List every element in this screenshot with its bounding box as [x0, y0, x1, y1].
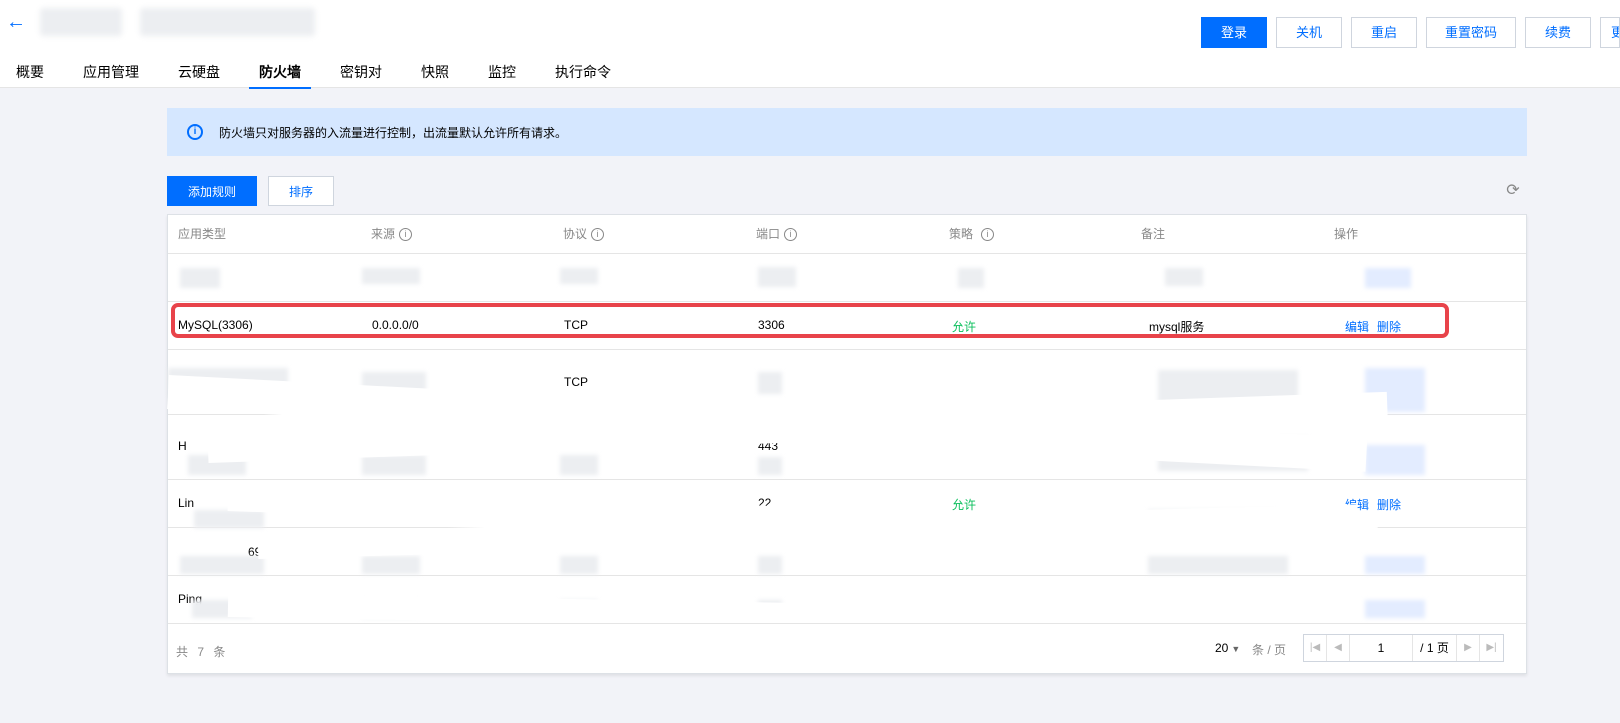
instance-id-redacted — [140, 8, 315, 36]
page-number-input[interactable] — [1350, 635, 1413, 661]
cell-app-type: Lin — [178, 496, 195, 510]
help-icon[interactable]: i — [784, 228, 798, 241]
tab-monitoring[interactable]: 监控 — [478, 62, 526, 88]
table-header: 应用类型 来源 i 协议 i 端口 i 策略 i 备注 操作 — [168, 215, 1526, 254]
tab-bar: 概要 应用管理 云硬盘 防火墙 密钥对 快照 监控 执行命令 — [0, 62, 633, 89]
cell-app-type: H — [178, 439, 187, 453]
delete-link[interactable]: 删除 — [1377, 318, 1401, 335]
edit-link[interactable]: 编辑 — [1345, 318, 1369, 335]
instance-name-redacted — [40, 8, 122, 36]
cell-protocol: TCP — [564, 375, 588, 389]
cell-policy: 允许 — [952, 498, 977, 512]
redacted-cell — [180, 268, 220, 288]
sort-button[interactable]: 排序 — [268, 176, 334, 206]
cell-protocol: TCP — [564, 318, 588, 332]
more-button[interactable]: 更 — [1600, 17, 1620, 48]
redacted-cell — [560, 455, 598, 475]
redacted-cell — [1365, 600, 1425, 618]
info-icon: i — [187, 124, 203, 140]
restart-button[interactable]: 重启 — [1350, 17, 1417, 48]
shutdown-button[interactable]: 关机 — [1275, 17, 1342, 48]
table-toolbar: 添加规则 排序 — [167, 176, 334, 206]
column-header-actions: 操作 — [1334, 227, 1359, 241]
banner-text: 防火墙只对服务器的入流量进行控制，出流量默认允许所有请求。 — [219, 125, 568, 140]
firewall-rules-table: 应用类型 来源 i 协议 i 端口 i 策略 i 备注 操作 MySQL(3306) 0… — [167, 214, 1527, 674]
tab-firewall[interactable]: 防火墙 — [249, 62, 311, 89]
redacted-cell — [1148, 556, 1288, 574]
tab-key-pairs[interactable]: 密钥对 — [330, 62, 392, 88]
column-header-source: 来源 i — [371, 215, 413, 254]
action-buttons: 登录 关机 重启 重置密码 续费 更 — [1192, 17, 1620, 48]
redacted-cell — [1165, 268, 1203, 286]
column-header-port: 端口 i — [756, 215, 798, 254]
tab-run-command[interactable]: 执行命令 — [545, 62, 621, 88]
pagination: |◀ ◀ / 1 页 ▶ ▶| — [1303, 634, 1504, 662]
cell-port: 3306 — [758, 318, 785, 332]
column-header-app-type: 应用类型 — [178, 227, 227, 241]
top-header: ← 登录 关机 重启 重置密码 续费 更 概要 应用管理 云硬盘 防火墙 密钥对… — [0, 0, 1620, 89]
tab-app-management[interactable]: 应用管理 — [73, 62, 149, 88]
redacted-cell — [758, 372, 782, 394]
arrow-left-icon[interactable]: ← — [6, 12, 26, 32]
help-icon[interactable]: i — [399, 228, 413, 241]
column-header-protocol: 协议 i — [563, 215, 605, 254]
help-icon[interactable]: i — [981, 228, 995, 241]
redacted-cell — [180, 556, 264, 574]
delete-link[interactable]: 删除 — [1377, 496, 1401, 513]
page-size-select[interactable]: 20 ▼ — [1215, 641, 1240, 655]
redacted-cell — [958, 268, 984, 288]
reset-password-button[interactable]: 重置密码 — [1425, 17, 1516, 48]
redacted-cell — [1365, 268, 1411, 288]
redacted-cell — [362, 268, 420, 284]
info-banner: i 防火墙只对服务器的入流量进行控制，出流量默认允许所有请求。 — [167, 108, 1527, 156]
tab-overview[interactable]: 概要 — [6, 62, 54, 88]
cell-policy: 允许 — [952, 320, 977, 334]
refresh-icon[interactable]: ⟳ — [1503, 181, 1523, 201]
cell-note: mysql服务 — [1149, 320, 1205, 334]
tab-snapshots[interactable]: 快照 — [411, 62, 459, 88]
cell-source: 0.0.0.0/0 — [372, 318, 419, 332]
redacted-cell — [758, 267, 796, 287]
tab-cloud-disk[interactable]: 云硬盘 — [168, 62, 230, 88]
last-page-icon[interactable]: ▶| — [1480, 635, 1503, 661]
column-header-note: 备注 — [1141, 227, 1166, 241]
renew-button[interactable]: 续费 — [1525, 17, 1591, 48]
redacted-cell — [560, 268, 598, 284]
redacted-cell — [362, 455, 426, 475]
table-footer: 共 7 条 20▼ 条 / 页 |◀ ◀ / 1 页 ▶ ▶| — [168, 623, 1526, 673]
total-pages-label: / 1 页 — [1413, 635, 1457, 661]
login-button[interactable]: 登录 — [1200, 17, 1267, 48]
redacted-cell — [1365, 556, 1425, 574]
redacted-cell — [758, 457, 782, 475]
first-page-icon[interactable]: |◀ — [1304, 635, 1327, 661]
per-page-label: 条 / 页 — [1252, 643, 1287, 657]
caret-down-icon: ▼ — [1231, 644, 1241, 654]
redacted-cell — [560, 556, 598, 574]
table-row: MySQL(3306) 0.0.0.0/0 TCP 3306 允许 mysql服… — [168, 302, 1526, 350]
help-icon[interactable]: i — [591, 228, 605, 241]
add-rule-button[interactable]: 添加规则 — [167, 176, 257, 206]
redacted-cell — [758, 556, 782, 574]
next-page-icon[interactable]: ▶ — [1457, 635, 1480, 661]
cell-app-type: MySQL(3306) — [178, 318, 253, 332]
total-count: 共 7 条 — [176, 645, 229, 659]
redacted-cell — [1365, 445, 1425, 475]
prev-page-icon[interactable]: ◀ — [1327, 635, 1350, 661]
redacted-cell — [194, 510, 264, 528]
column-header-policy: 策略 i — [949, 215, 995, 254]
table-row — [168, 254, 1526, 302]
redacted-cell — [362, 556, 420, 574]
